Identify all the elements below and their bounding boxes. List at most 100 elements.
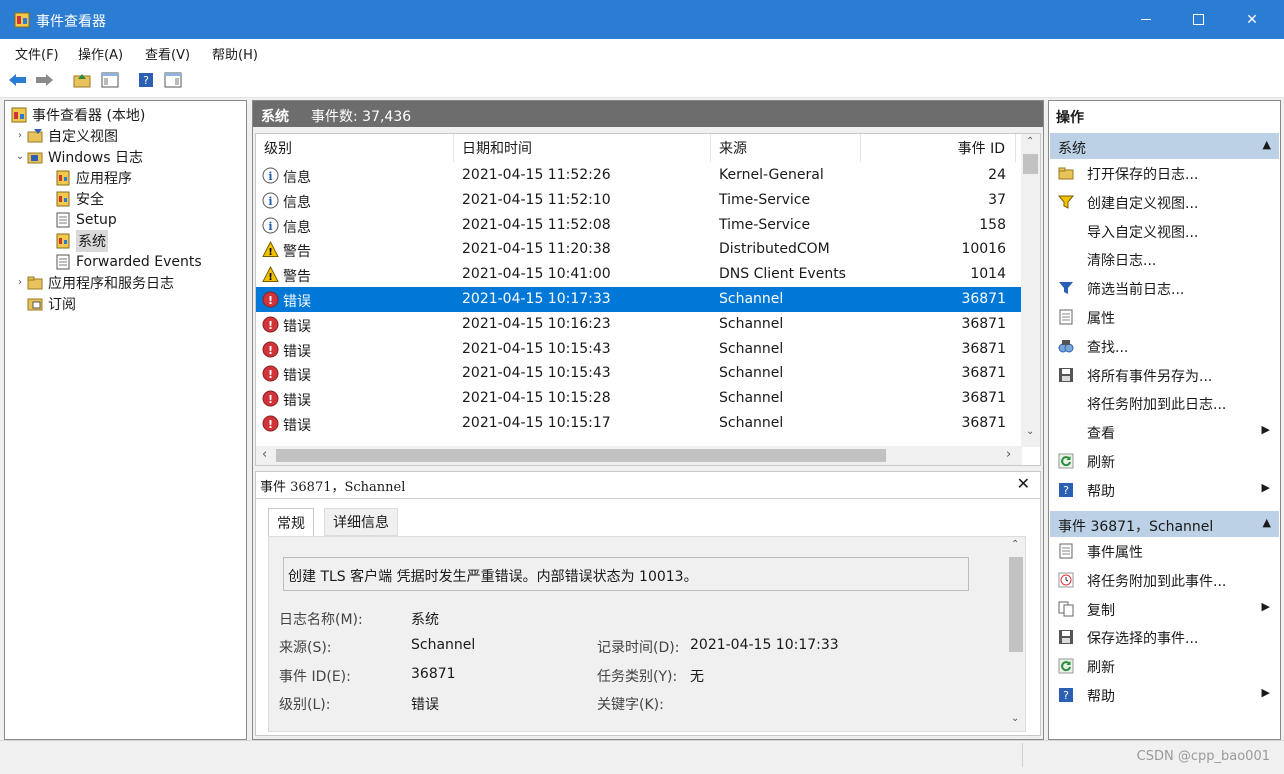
action-pane-button[interactable] bbox=[163, 70, 183, 90]
scroll-up-icon[interactable]: ⌃ bbox=[1011, 539, 1019, 550]
detail-vertical-scrollbar[interactable]: ⌃ ⌄ bbox=[1007, 537, 1025, 731]
event-list-horizontal-scrollbar[interactable]: ‹ › bbox=[256, 446, 1022, 465]
event-source: Schannel bbox=[719, 340, 784, 357]
menu-action[interactable]: 操作(A) bbox=[78, 44, 123, 63]
tree-app-service-logs[interactable]: › 应用程序和服务日志 bbox=[13, 272, 174, 293]
tree-root[interactable]: 事件查看器 (本地) bbox=[11, 104, 145, 125]
tree-custom-views-label: 自定义视图 bbox=[48, 128, 118, 145]
event-row[interactable]: ! 错误 2021-04-15 10:15:28 Schannel 36871 bbox=[256, 386, 1022, 411]
event-row[interactable]: ! 错误 2021-04-15 10:16:23 Schannel 36871 bbox=[256, 312, 1022, 337]
action-open-saved-log[interactable]: 打开保存的日志... bbox=[1049, 159, 1280, 187]
column-source[interactable]: 来源 bbox=[711, 134, 861, 162]
event-row[interactable]: ! 错误 2021-04-15 10:17:33 Schannel 36871 bbox=[256, 287, 1022, 312]
action-attach-task-to-log[interactable]: 将任务附加到此日志... bbox=[1049, 389, 1280, 417]
tab-details[interactable]: 详细信息 bbox=[324, 508, 398, 536]
event-message[interactable]: 创建 TLS 客户端 凭据时发生严重错误。内部错误状态为 10013。 bbox=[283, 557, 969, 591]
tree-windows-logs-label: Windows 日志 bbox=[48, 149, 143, 166]
tree-custom-views[interactable]: › 自定义视图 bbox=[13, 125, 118, 146]
action-copy[interactable]: 复制 ▶ bbox=[1049, 595, 1280, 623]
menu-help[interactable]: 帮助(H) bbox=[212, 44, 258, 63]
action-clear-log[interactable]: 清除日志... bbox=[1049, 245, 1280, 273]
action-filter-current-log[interactable]: 筛选当前日志... bbox=[1049, 274, 1280, 302]
tree-windows-logs[interactable]: ⌄ Windows 日志 bbox=[13, 146, 143, 167]
scroll-down-icon[interactable]: ⌄ bbox=[1026, 426, 1034, 437]
event-source: Schannel bbox=[719, 415, 784, 431]
status-separator bbox=[1022, 743, 1023, 767]
detail-scroll-thumb[interactable] bbox=[1009, 557, 1023, 652]
help-button[interactable]: ? bbox=[136, 70, 156, 90]
action-label: 帮助 bbox=[1087, 689, 1115, 705]
action-help[interactable]: ? 帮助 ▶ bbox=[1049, 681, 1280, 709]
tree-security-log[interactable]: 安全 bbox=[55, 188, 104, 209]
tab-general[interactable]: 常规 bbox=[268, 508, 314, 536]
up-folder-button[interactable] bbox=[72, 70, 92, 90]
tree-system-log[interactable]: 系统 bbox=[55, 229, 108, 252]
event-list-vertical-scrollbar[interactable]: ⌃ ⌄ bbox=[1021, 134, 1040, 447]
action-attach-task-to-event[interactable]: 将任务附加到此事件... bbox=[1049, 566, 1280, 594]
event-row[interactable]: i 信息 2021-04-15 11:52:08 Time-Service 158 bbox=[256, 213, 1022, 238]
tab-general-label: 常规 bbox=[277, 515, 305, 532]
expand-chevron-icon[interactable]: › bbox=[13, 130, 27, 141]
maximize-button[interactable] bbox=[1172, 0, 1224, 39]
menu-view[interactable]: 查看(V) bbox=[145, 44, 190, 63]
action-create-custom-view[interactable]: 创建自定义视图... bbox=[1049, 188, 1280, 216]
warning-icon: ! bbox=[262, 266, 279, 283]
event-id: 36871 bbox=[961, 340, 1006, 357]
event-datetime: 2021-04-15 10:41:00 bbox=[462, 266, 611, 283]
collapse-caret-icon[interactable]: ▲ bbox=[1263, 516, 1271, 529]
collapse-caret-icon[interactable]: ▲ bbox=[1263, 138, 1271, 151]
tree-setup-log[interactable]: Setup bbox=[55, 209, 117, 230]
detail-close-icon[interactable]: ✕ bbox=[1017, 474, 1030, 493]
action-import-custom-view[interactable]: 导入自定义视图... bbox=[1049, 217, 1280, 245]
hscroll-thumb[interactable] bbox=[276, 449, 886, 462]
action-refresh[interactable]: 刷新 bbox=[1049, 652, 1280, 680]
action-refresh[interactable]: 刷新 bbox=[1049, 447, 1280, 475]
event-row[interactable]: ! 错误 2021-04-15 10:15:43 Schannel 36871 bbox=[256, 361, 1022, 386]
tree-subscriptions[interactable]: 订阅 bbox=[27, 293, 76, 314]
submenu-arrow-icon: ▶ bbox=[1261, 686, 1270, 699]
watermark: CSDN @cpp_bao001 bbox=[1136, 749, 1270, 764]
minimize-button[interactable] bbox=[1120, 0, 1172, 39]
scroll-right-icon[interactable]: › bbox=[1006, 447, 1011, 462]
event-row[interactable]: ! 警告 2021-04-15 10:41:00 DNS Client Events 1… bbox=[256, 262, 1022, 287]
actions-section-system-label: 系统 bbox=[1058, 141, 1086, 157]
action-view[interactable]: 查看 ▶ bbox=[1049, 418, 1280, 446]
back-button[interactable] bbox=[8, 70, 28, 90]
error-icon: ! bbox=[262, 365, 279, 382]
show-hide-tree-button[interactable] bbox=[100, 70, 120, 90]
event-row[interactable]: ! 错误 2021-04-15 10:15:43 Schannel 36871 bbox=[256, 337, 1022, 362]
action-find[interactable]: 查找... bbox=[1049, 332, 1280, 360]
tree-application-log[interactable]: 应用程序 bbox=[55, 167, 132, 188]
action-save-all-events-as[interactable]: 将所有事件另存为... bbox=[1049, 361, 1280, 389]
forward-button[interactable] bbox=[34, 70, 54, 90]
collapse-chevron-icon[interactable]: ⌄ bbox=[13, 151, 27, 162]
action-event-properties[interactable]: 事件属性 bbox=[1049, 537, 1280, 565]
scroll-down-icon[interactable]: ⌄ bbox=[1011, 713, 1019, 724]
column-level[interactable]: 级别 bbox=[256, 134, 454, 162]
actions-section-system[interactable]: 系统 ▲ bbox=[1050, 133, 1279, 159]
event-row[interactable]: ! 警告 2021-04-15 11:20:38 DistributedCOM 1001… bbox=[256, 237, 1022, 262]
event-row[interactable]: ! 错误 2021-04-15 10:15:17 Schannel 36871 bbox=[256, 411, 1022, 436]
event-row[interactable]: i 信息 2021-04-15 11:52:26 Kernel-General 24 bbox=[256, 163, 1022, 188]
action-save-selected-events[interactable]: 保存选择的事件... bbox=[1049, 623, 1280, 651]
action-properties[interactable]: 属性 bbox=[1049, 303, 1280, 331]
scroll-up-icon[interactable]: ⌃ bbox=[1026, 136, 1034, 147]
logged-label: 记录时间(D): bbox=[597, 640, 680, 656]
actions-section-event[interactable]: 事件 36871，Schannel ▲ bbox=[1050, 511, 1279, 537]
menu-file[interactable]: 文件(F) bbox=[15, 44, 59, 63]
column-datetime[interactable]: 日期和时间 bbox=[454, 134, 711, 162]
close-button[interactable]: ✕ bbox=[1226, 0, 1278, 39]
expand-chevron-icon[interactable]: › bbox=[13, 277, 27, 288]
action-help[interactable]: ? 帮助 ▶ bbox=[1049, 476, 1280, 504]
event-datetime: 2021-04-15 11:52:08 bbox=[462, 216, 611, 233]
event-list: 级别 日期和时间 来源 事件 ID i 信息 2021-04-15 11:52:26… bbox=[255, 133, 1041, 466]
action-label: 刷新 bbox=[1087, 455, 1115, 471]
warning-icon: ! bbox=[262, 241, 279, 258]
tree-forwarded-events[interactable]: Forwarded Events bbox=[55, 251, 202, 272]
column-event-id[interactable]: 事件 ID bbox=[861, 134, 1016, 162]
event-source: Schannel bbox=[719, 315, 784, 332]
toolbar: ? bbox=[0, 65, 1284, 98]
scroll-thumb[interactable] bbox=[1023, 154, 1038, 174]
event-row[interactable]: i 信息 2021-04-15 11:52:10 Time-Service 37 bbox=[256, 188, 1022, 213]
scroll-left-icon[interactable]: ‹ bbox=[262, 447, 267, 462]
